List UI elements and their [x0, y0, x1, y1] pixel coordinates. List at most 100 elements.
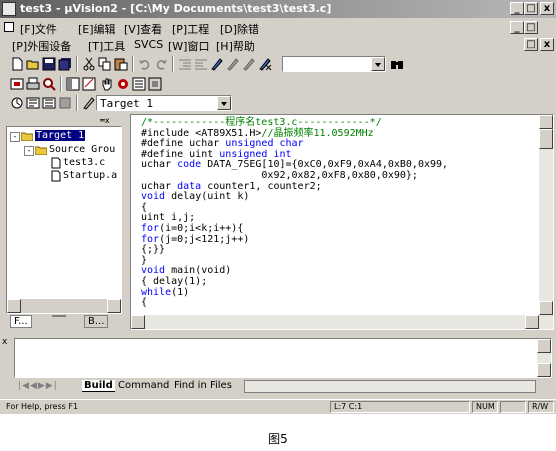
print-icon[interactable] — [26, 77, 40, 91]
code-line[interactable]: void delay(uint k) — [141, 191, 249, 203]
outdent-icon[interactable] — [194, 57, 208, 71]
title-bar: test3 - µVision2 - [C:\My Documents\test… — [0, 0, 556, 18]
copy-icon[interactable] — [98, 57, 112, 71]
build-toolbar: Target 1 — [2, 94, 242, 113]
scroll-right-icon[interactable] — [525, 315, 539, 329]
output-tabs: |◀◀▶▶| Build Command Find in Files — [14, 379, 552, 395]
tab-build[interactable]: Build — [82, 380, 115, 392]
doc-minimize-button[interactable]: _ — [510, 21, 524, 34]
document-icon[interactable] — [4, 22, 14, 32]
menu-project[interactable]: [P]工程 — [172, 21, 209, 37]
menu-debug[interactable]: [D]除错 — [220, 21, 259, 37]
menu-svcs[interactable]: SVCS — [134, 38, 163, 51]
build-icon[interactable] — [26, 96, 40, 110]
close-button[interactable]: x — [540, 2, 554, 15]
save-icon[interactable] — [42, 57, 56, 71]
doc-close-button[interactable]: x — [540, 38, 554, 51]
settings-icon[interactable] — [148, 77, 162, 91]
workspace-icon[interactable] — [66, 77, 80, 91]
debug-toolbar — [2, 75, 202, 94]
stop-build-icon[interactable] — [58, 96, 72, 110]
code-editor[interactable]: /*------------程序名test3.c------------*/#i… — [130, 114, 554, 330]
scroll-down-icon[interactable] — [537, 363, 551, 377]
code-token: void — [141, 191, 166, 203]
scroll-up-icon[interactable] — [537, 339, 551, 353]
code-token: (j=0;j<121;j++) — [159, 233, 250, 245]
tab-files[interactable]: F... — [10, 315, 32, 328]
menu-tools[interactable]: [T]工具 — [88, 38, 125, 54]
tree-item-source-group[interactable]: Source Grou — [49, 144, 115, 155]
code-token: uchar — [141, 180, 178, 192]
debug-start-icon[interactable] — [10, 77, 24, 91]
code-line[interactable]: while(1) — [141, 287, 189, 299]
code-token: counter1, counter2; — [201, 180, 322, 192]
find-combo[interactable] — [282, 56, 386, 72]
output-window-icon[interactable] — [82, 77, 96, 91]
rebuild-icon[interactable] — [42, 96, 56, 110]
options-icon[interactable] — [132, 77, 146, 91]
horizontal-scrollbar[interactable] — [7, 299, 121, 313]
maximize-button[interactable]: □ — [524, 2, 538, 15]
tree-item-test3-c[interactable]: test3.c — [63, 157, 105, 168]
menu-bar-2: [P]外围设备 [T]工具 SVCS [W]窗口 [H]帮助 □ x — [0, 36, 556, 53]
redo-icon[interactable] — [154, 57, 168, 71]
menu-edit[interactable]: [E]编辑 — [78, 21, 116, 37]
menu-view[interactable]: [V]查看 — [124, 21, 162, 37]
tab-books[interactable]: B... — [84, 315, 109, 328]
find-icon[interactable] — [390, 57, 404, 71]
code-line[interactable]: { — [141, 297, 147, 309]
menu-peripherals[interactable]: [P]外围设备 — [12, 38, 71, 54]
vertical-scrollbar[interactable] — [539, 115, 553, 329]
cut-icon[interactable] — [82, 57, 96, 71]
tab-command[interactable]: Command — [116, 380, 171, 391]
bookmark-clear-icon[interactable] — [258, 57, 272, 71]
hierarchy-icon[interactable] — [116, 77, 130, 91]
open-file-icon[interactable] — [26, 57, 40, 71]
chevron-down-icon[interactable] — [371, 57, 385, 71]
tab-regs[interactable] — [52, 315, 66, 317]
code-token: data — [177, 180, 202, 192]
scroll-down-icon[interactable] — [539, 301, 553, 315]
tree-item-target[interactable]: Target 1 — [35, 130, 86, 141]
translate-icon[interactable] — [10, 96, 24, 110]
menu-help[interactable]: [H]帮助 — [216, 38, 255, 54]
output-close-icon[interactable]: x — [2, 338, 12, 348]
target-combo[interactable]: Target 1 — [96, 95, 232, 111]
bookmark-icon[interactable] — [210, 57, 224, 71]
scroll-thumb[interactable] — [539, 129, 553, 149]
chevron-down-icon[interactable] — [217, 96, 231, 110]
output-horizontal-scrollbar[interactable] — [244, 380, 536, 393]
collapse-icon[interactable]: - — [10, 132, 20, 142]
menu-file[interactable]: [F]文件 — [20, 21, 57, 37]
status-blank — [500, 401, 526, 413]
find-in-files-icon[interactable] — [42, 77, 56, 91]
scroll-up-icon[interactable] — [539, 115, 553, 129]
output-text-area[interactable] — [14, 338, 552, 378]
scroll-right-icon[interactable] — [107, 299, 121, 313]
scroll-left-icon[interactable] — [131, 315, 145, 329]
tree-item-startup[interactable]: Startup.a — [63, 170, 117, 181]
undo-icon[interactable] — [138, 57, 152, 71]
doc-restore-button[interactable]: □ — [524, 21, 538, 34]
output-vertical-scrollbar[interactable] — [537, 339, 551, 377]
doc-restore-button-2[interactable]: □ — [524, 38, 538, 51]
code-token: } — [141, 254, 148, 266]
code-token: /*------------程序名test3.c------------*/ — [141, 117, 382, 128]
panel-close-icon[interactable]: ═x — [100, 116, 124, 125]
collapse-icon[interactable]: - — [24, 146, 34, 156]
new-file-icon[interactable] — [10, 57, 24, 71]
indent-icon[interactable] — [178, 57, 192, 71]
bookmark-prev-icon[interactable] — [226, 57, 240, 71]
hand-icon[interactable] — [100, 77, 114, 91]
editor-horizontal-scrollbar[interactable] — [131, 315, 539, 329]
target-options-icon[interactable] — [82, 96, 96, 110]
tab-scroll-arrows[interactable]: |◀◀▶▶| — [18, 381, 58, 391]
menu-window[interactable]: [W]窗口 — [168, 38, 209, 54]
scroll-left-icon[interactable] — [7, 299, 21, 313]
save-all-icon[interactable] — [58, 57, 72, 71]
code-token: uint i,j; — [141, 212, 196, 224]
bookmark-next-icon[interactable] — [242, 57, 256, 71]
tab-find-in-files[interactable]: Find in Files — [172, 380, 234, 391]
paste-icon[interactable] — [114, 57, 128, 71]
minimize-button[interactable]: _ — [510, 2, 524, 15]
